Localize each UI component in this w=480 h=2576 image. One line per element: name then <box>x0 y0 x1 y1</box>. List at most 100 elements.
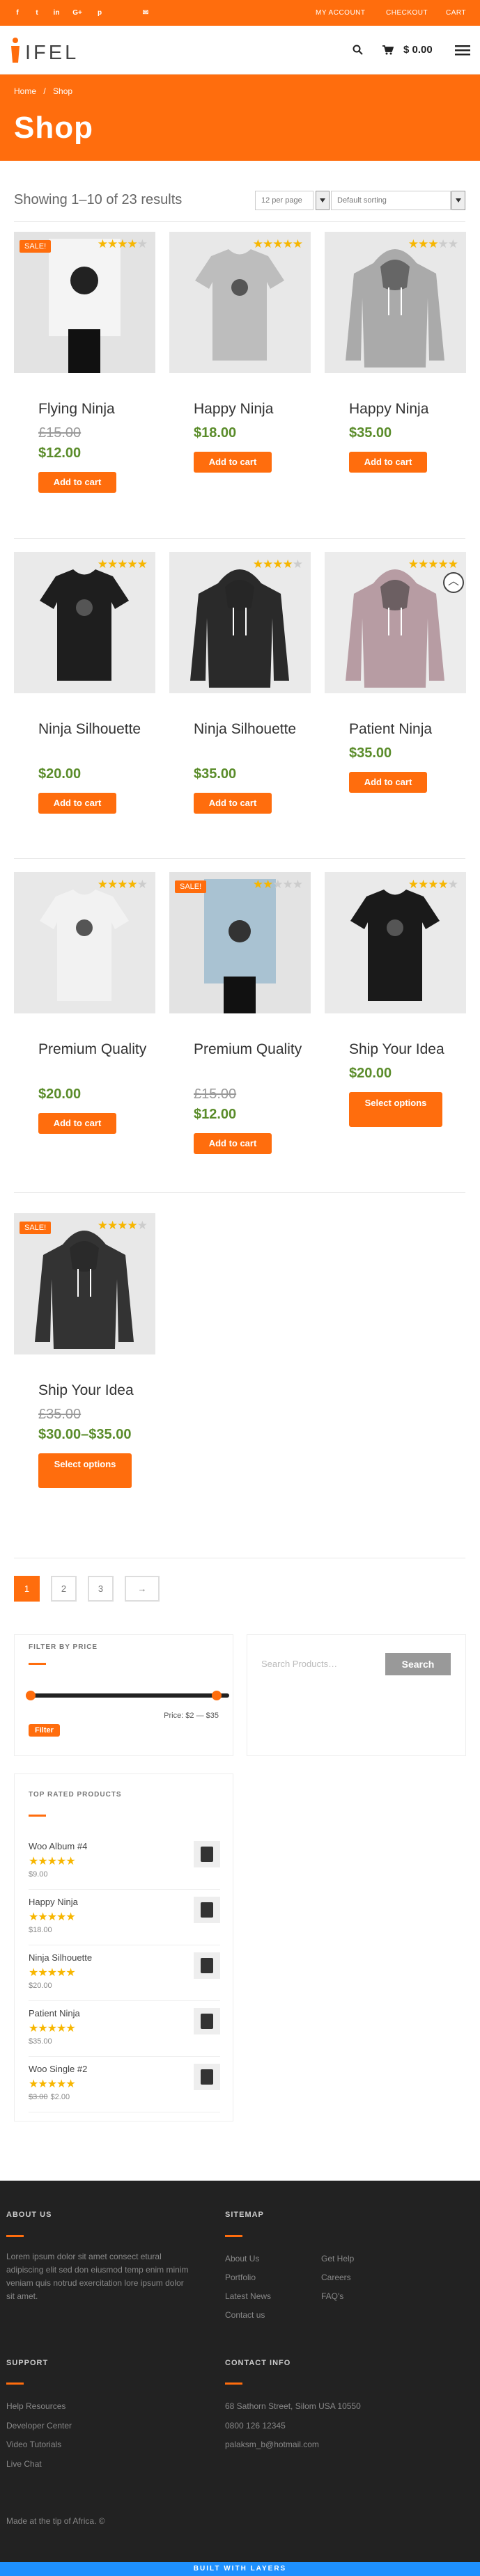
rating-star-icon: ★ <box>56 2023 66 2034</box>
item-thumbnail[interactable] <box>194 1897 220 1923</box>
cart-total[interactable]: $ 0.00 <box>403 44 433 56</box>
product-title[interactable]: Ninja Silhouette <box>194 719 305 740</box>
checkout-link[interactable]: CHECKOUT <box>386 9 428 17</box>
add-to-cart-button[interactable]: Add to cart <box>194 1133 272 1154</box>
product-image[interactable] <box>325 872 466 1013</box>
rating-star-icon: ★ <box>408 878 419 891</box>
pinterest-icon[interactable]: p <box>95 8 104 18</box>
add-to-cart-button[interactable]: Add to cart <box>194 793 272 814</box>
page-1-button[interactable]: 1 <box>14 1576 40 1602</box>
sorting-arrow-icon[interactable] <box>451 191 465 210</box>
mail-icon[interactable]: ✉ <box>141 8 150 18</box>
original-price: £15.00 <box>38 425 82 441</box>
item-title[interactable]: Woo Album #4 <box>29 1841 87 1851</box>
footer-link-careers[interactable]: Careers <box>321 2273 351 2282</box>
price-range-track[interactable] <box>30 1693 229 1698</box>
rating-star-icon: ★ <box>447 237 458 251</box>
rating-star-icon: ★ <box>137 878 148 891</box>
breadcrumb-home[interactable]: Home <box>14 86 36 96</box>
product-image[interactable] <box>169 232 311 373</box>
product-image[interactable] <box>14 1213 155 1354</box>
twitter-icon[interactable]: t <box>32 8 42 18</box>
top-rated-item[interactable]: Happy Ninja ★★★★★ $18.00 <box>29 1897 220 1945</box>
cart-icon[interactable] <box>382 45 394 55</box>
footer-link-chat[interactable]: Live Chat <box>6 2459 42 2469</box>
footer-link-about[interactable]: About Us <box>225 2254 259 2263</box>
footer-link-contact[interactable]: Contact us <box>225 2310 265 2320</box>
item-title[interactable]: Woo Single #2 <box>29 2064 87 2074</box>
add-to-cart-button[interactable]: Add to cart <box>38 1113 116 1134</box>
product-title[interactable]: Patient Ninja <box>349 719 460 740</box>
footer-link-help-resources[interactable]: Help Resources <box>6 2401 65 2411</box>
item-title[interactable]: Happy Ninja <box>29 1897 78 1907</box>
add-to-cart-button[interactable]: Add to cart <box>194 452 272 473</box>
item-price-row: $9.00 <box>29 1870 48 1879</box>
top-rated-item[interactable]: Ninja Silhouette ★★★★★ $20.00 <box>29 1952 220 2001</box>
product-image[interactable] <box>14 552 155 693</box>
select-options-button[interactable]: Select options <box>38 1453 132 1488</box>
footer-link-news[interactable]: Latest News <box>225 2291 271 2301</box>
facebook-icon[interactable]: f <box>13 8 22 18</box>
page-3-button[interactable]: 3 <box>88 1576 114 1602</box>
product-title[interactable]: Flying Ninja <box>38 399 150 420</box>
cart-link[interactable]: CART <box>446 9 466 17</box>
item-title[interactable]: Patient Ninja <box>29 2008 80 2018</box>
my-account-link[interactable]: MY ACCOUNT <box>316 9 366 17</box>
item-title[interactable]: Ninja Silhouette <box>29 1952 92 1963</box>
per-page-select[interactable]: 12 per page <box>255 191 313 210</box>
rating-star-icon: ★ <box>38 2078 47 2090</box>
scroll-to-top-icon[interactable]: ︿ <box>443 572 464 593</box>
add-to-cart-button[interactable]: Add to cart <box>38 472 116 493</box>
product-title[interactable]: Premium Quality <box>38 1039 150 1060</box>
product-title[interactable]: Ship Your Idea <box>349 1039 460 1060</box>
product-title[interactable]: Happy Ninja <box>194 399 305 420</box>
menu-hamburger-icon[interactable] <box>455 45 470 56</box>
google-plus-icon[interactable]: G+ <box>72 8 82 18</box>
add-to-cart-button[interactable]: Add to cart <box>349 452 427 473</box>
sorting-select[interactable]: Default sorting <box>331 191 451 210</box>
product-card: SALE! ★★★★★ Ship Your Idea £35.00 $30.00–$35… <box>14 1213 155 1519</box>
add-to-cart-button[interactable]: Add to cart <box>38 793 116 814</box>
top-rated-item[interactable]: Patient Ninja ★★★★★ $35.00 <box>29 2008 220 2057</box>
item-thumbnail[interactable] <box>194 1841 220 1867</box>
product-image[interactable] <box>169 872 311 1013</box>
rating-star-icon: ★ <box>428 237 438 251</box>
rating-star-icon: ★ <box>408 237 419 251</box>
search-button[interactable]: Search <box>385 1653 451 1675</box>
select-options-button[interactable]: Select options <box>349 1092 442 1127</box>
product-title[interactable]: Premium Quality <box>194 1039 305 1060</box>
linkedin-icon[interactable]: in <box>52 8 61 18</box>
product-title[interactable]: Ninja Silhouette <box>38 719 150 740</box>
top-rated-item[interactable]: Woo Album #4 ★★★★★ $9.00 <box>29 1841 220 1890</box>
footer-link-portfolio[interactable]: Portfolio <box>225 2273 256 2282</box>
search-input[interactable]: Search Products… <box>261 1653 387 1675</box>
contact-email[interactable]: palaksm_b@hotmail.com <box>225 2440 319 2449</box>
footer-link-help[interactable]: Get Help <box>321 2254 354 2263</box>
add-to-cart-button[interactable]: Add to cart <box>349 772 427 793</box>
per-page-arrow-icon[interactable] <box>316 191 330 210</box>
search-icon[interactable] <box>353 45 364 56</box>
top-rated-item[interactable]: Woo Single #2 ★★★★★ $3.00 $2.00 <box>29 2064 220 2112</box>
price-min-handle[interactable] <box>26 1691 36 1700</box>
item-thumbnail[interactable] <box>194 2008 220 2034</box>
product-title[interactable]: Ship Your Idea <box>38 1380 150 1401</box>
item-rating: ★★★★★ <box>29 2077 76 2091</box>
next-page-button[interactable]: → <box>125 1576 160 1602</box>
product-image[interactable] <box>14 232 155 373</box>
filter-button[interactable]: Filter <box>29 1724 60 1737</box>
poster-image <box>49 239 121 373</box>
item-thumbnail[interactable] <box>194 2064 220 2090</box>
product-image[interactable] <box>325 552 466 693</box>
product-title[interactable]: Happy Ninja <box>349 399 460 420</box>
item-thumbnail[interactable] <box>194 1952 220 1979</box>
product-image[interactable] <box>169 552 311 693</box>
footer-link-developer[interactable]: Developer Center <box>6 2421 72 2431</box>
page-2-button[interactable]: 2 <box>51 1576 77 1602</box>
built-with-bar[interactable]: BUILT WITH LAYERS <box>0 2562 480 2576</box>
product-image[interactable] <box>14 872 155 1013</box>
contact-address: 68 Sathorn Street, Silom USA 10550 <box>225 2401 361 2411</box>
footer-link-faq[interactable]: FAQ's <box>321 2291 343 2301</box>
footer-link-tutorials[interactable]: Video Tutorials <box>6 2440 61 2449</box>
price-max-handle[interactable] <box>212 1691 222 1700</box>
product-image[interactable] <box>325 232 466 373</box>
